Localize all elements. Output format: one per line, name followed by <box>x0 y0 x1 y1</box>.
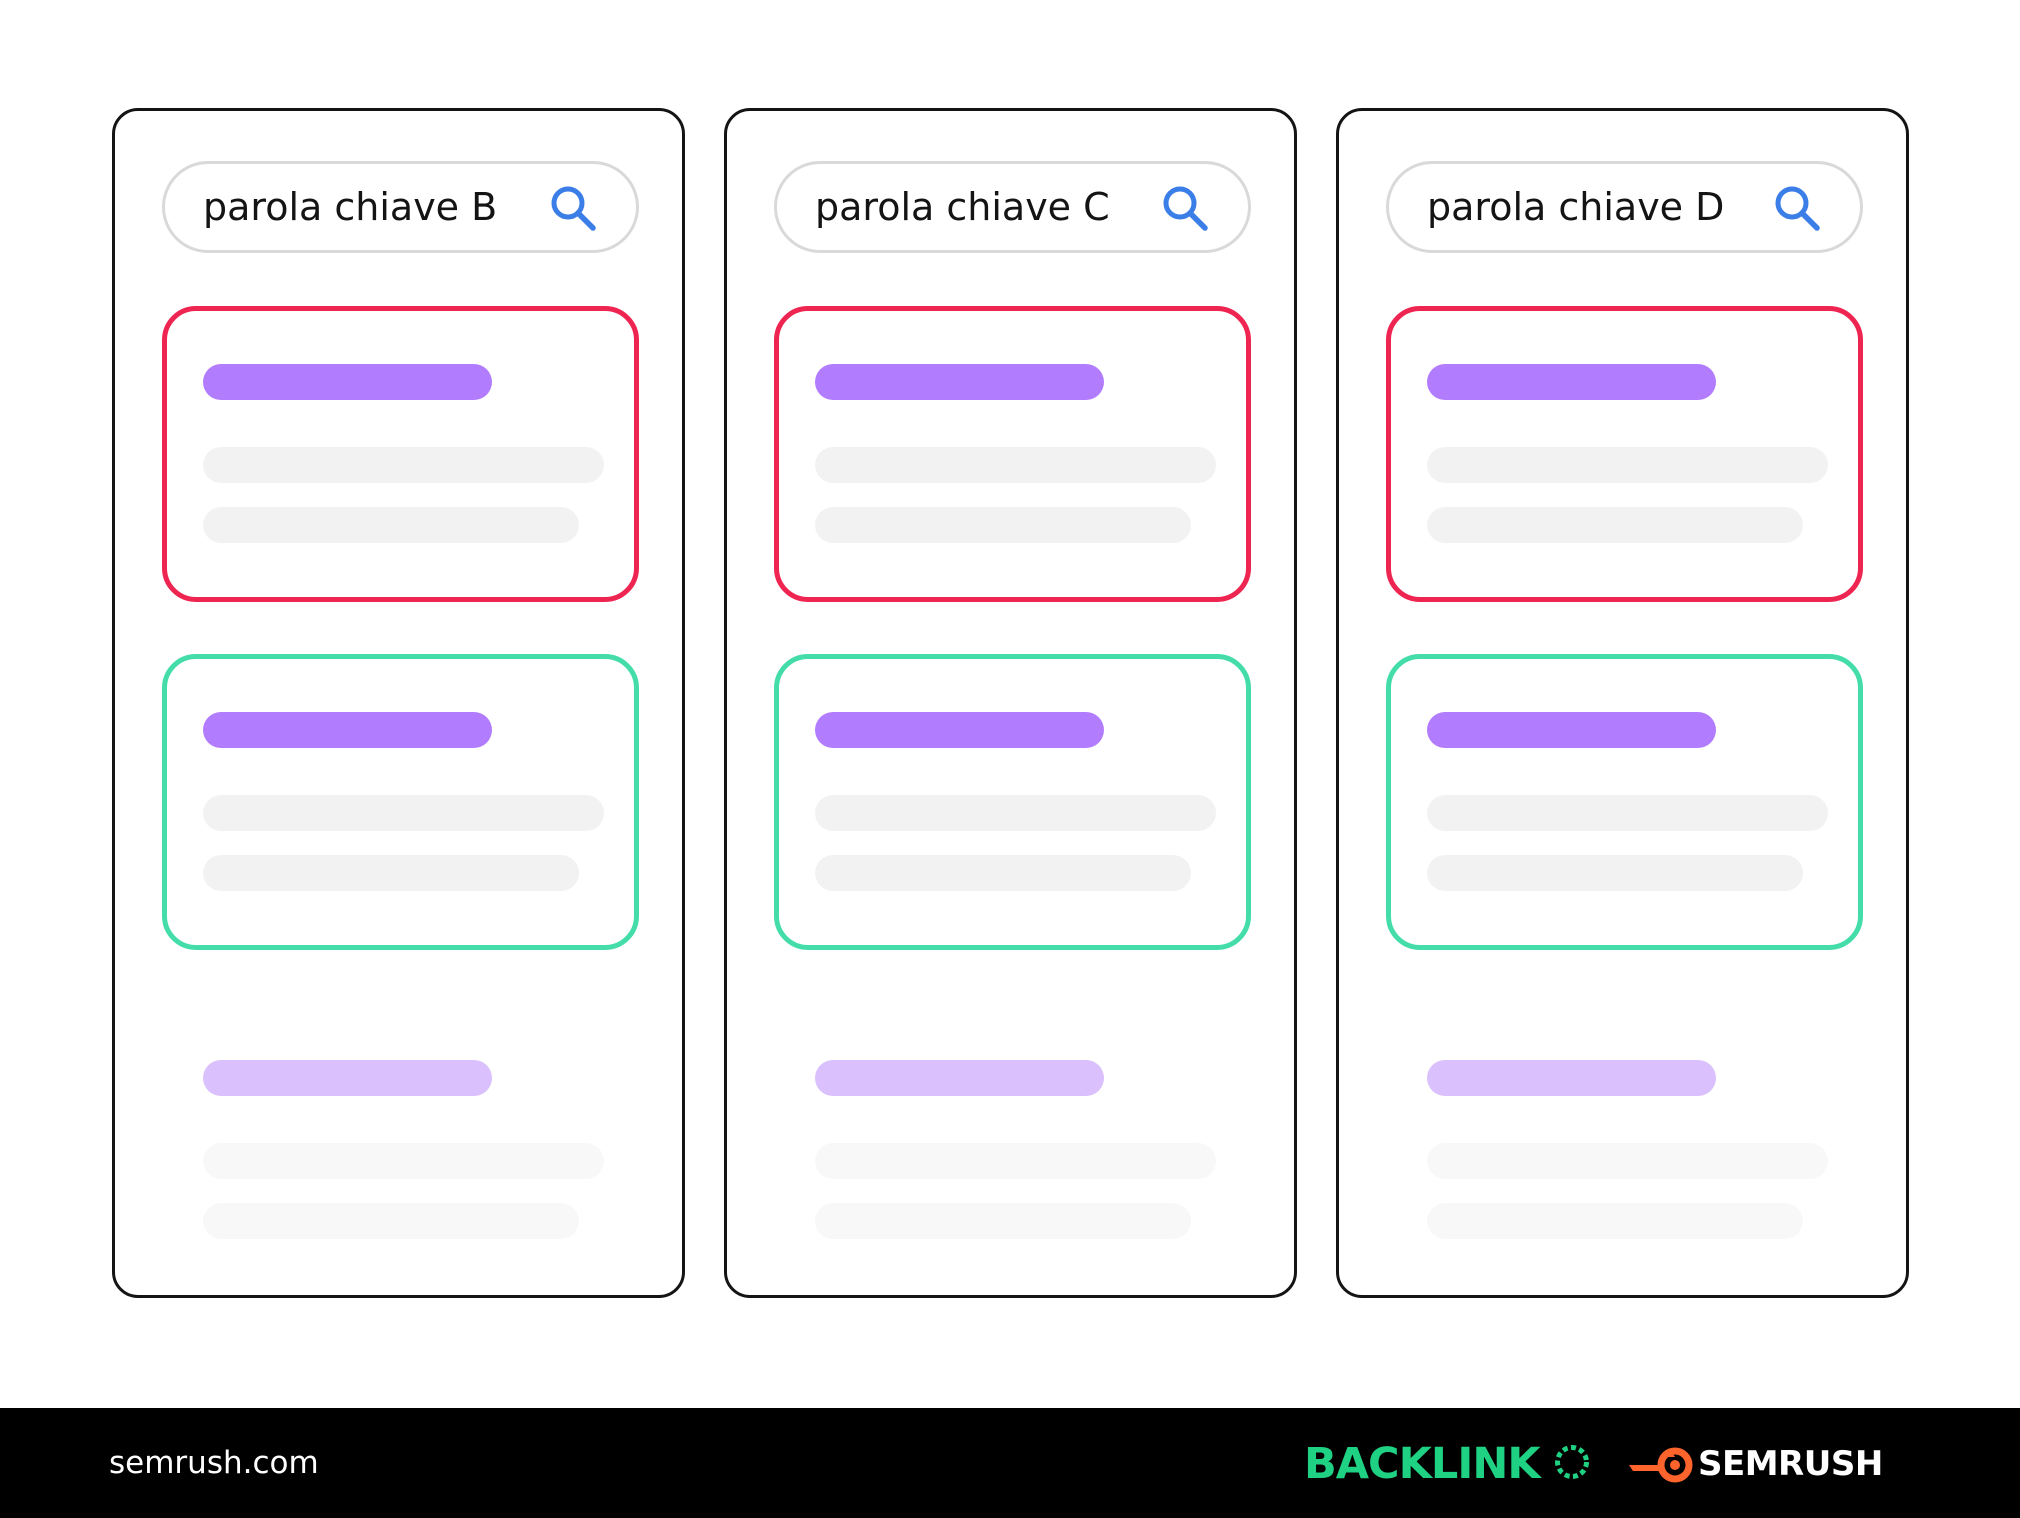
result-snippet-placeholder <box>1427 795 1828 831</box>
semrush-flame-icon <box>1625 1447 1693 1483</box>
result-title-placeholder <box>815 712 1104 748</box>
search-result[interactable] <box>162 1002 639 1298</box>
search-result[interactable] <box>1386 1002 1863 1298</box>
result-title-placeholder <box>203 1060 492 1096</box>
search-bar[interactable]: parola chiave C <box>774 161 1251 253</box>
search-result-highlighted-red[interactable] <box>774 306 1251 602</box>
search-bar[interactable]: parola chiave D <box>1386 161 1863 253</box>
result-title-placeholder <box>203 364 492 400</box>
result-snippet-placeholder <box>203 1203 579 1239</box>
footer-bar: semrush.com BACKLINK SEMRUSH <box>0 1408 2020 1518</box>
serp-panel-d: parola chiave D <box>1336 108 1909 1298</box>
serp-panel-c: parola chiave C <box>724 108 1297 1298</box>
backlinko-logo-text: BACKLINK <box>1304 1439 1541 1489</box>
result-snippet-placeholder <box>203 795 604 831</box>
serp-panel-b: parola chiave B <box>112 108 685 1298</box>
result-snippet-placeholder <box>1427 855 1803 891</box>
site-url[interactable]: semrush.com <box>109 1408 319 1518</box>
search-query: parola chiave D <box>1427 185 1725 229</box>
semrush-logo-text: SEMRUSH <box>1698 1444 1883 1484</box>
result-snippet-placeholder <box>203 447 604 483</box>
result-snippet-placeholder <box>815 1203 1191 1239</box>
search-query: parola chiave C <box>815 185 1110 229</box>
result-snippet-placeholder <box>815 855 1191 891</box>
search-result-highlighted-red[interactable] <box>1386 306 1863 602</box>
result-title-placeholder <box>1427 364 1716 400</box>
result-snippet-placeholder <box>815 795 1216 831</box>
search-bar[interactable]: parola chiave B <box>162 161 639 253</box>
result-title-placeholder <box>1427 712 1716 748</box>
search-icon[interactable] <box>1772 183 1822 233</box>
result-snippet-placeholder <box>203 855 579 891</box>
search-icon[interactable] <box>548 183 598 233</box>
result-snippet-placeholder <box>1427 1143 1828 1179</box>
result-title-placeholder <box>1427 1060 1716 1096</box>
search-result-highlighted-red[interactable] <box>162 306 639 602</box>
search-result[interactable] <box>774 1002 1251 1298</box>
result-snippet-placeholder <box>815 507 1191 543</box>
result-snippet-placeholder <box>203 1143 604 1179</box>
backlinko-o-icon <box>1555 1445 1589 1479</box>
result-snippet-placeholder <box>1427 447 1828 483</box>
result-title-placeholder <box>203 712 492 748</box>
result-snippet-placeholder <box>1427 507 1803 543</box>
result-snippet-placeholder <box>1427 1203 1803 1239</box>
result-title-placeholder <box>815 364 1104 400</box>
result-snippet-placeholder <box>815 1143 1216 1179</box>
result-title-placeholder <box>815 1060 1104 1096</box>
search-icon[interactable] <box>1160 183 1210 233</box>
search-query: parola chiave B <box>203 185 498 229</box>
result-snippet-placeholder <box>203 507 579 543</box>
search-result-highlighted-green[interactable] <box>774 654 1251 950</box>
result-snippet-placeholder <box>815 447 1216 483</box>
search-result-highlighted-green[interactable] <box>162 654 639 950</box>
search-result-highlighted-green[interactable] <box>1386 654 1863 950</box>
